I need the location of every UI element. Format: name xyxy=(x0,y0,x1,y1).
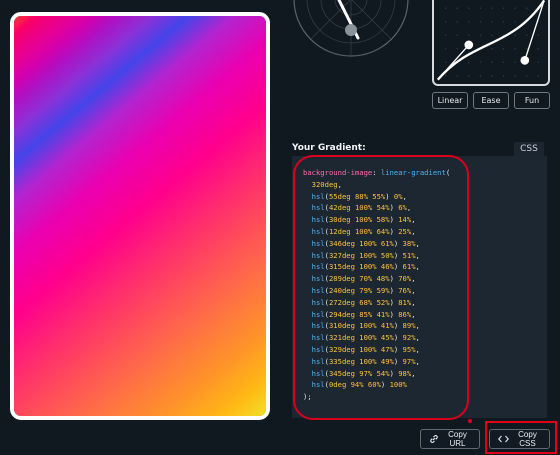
annotation-dot xyxy=(468,419,472,423)
gradient-preview xyxy=(10,12,270,420)
copy-css-highlight-annotation xyxy=(485,421,557,454)
easing-ease-button[interactable]: Ease xyxy=(473,92,509,109)
gradient-preview-fill xyxy=(14,16,266,416)
tab-css[interactable]: CSS xyxy=(514,142,544,156)
angle-dial[interactable] xyxy=(292,0,410,58)
easing-fun-button[interactable]: Fun xyxy=(514,92,550,109)
easing-presets: Linear Ease Fun xyxy=(432,92,550,109)
easing-curve-editor[interactable] xyxy=(432,0,550,86)
easing-handle-1[interactable] xyxy=(464,40,474,50)
copy-url-label: Copy URL xyxy=(448,430,467,448)
link-icon xyxy=(429,434,439,444)
angle-handle[interactable] xyxy=(345,24,357,36)
easing-handle-2[interactable] xyxy=(520,56,530,65)
code-highlight-annotation xyxy=(293,155,469,420)
easing-curve xyxy=(436,0,546,81)
copy-url-button[interactable]: Copy URL xyxy=(420,429,480,449)
easing-linear-button[interactable]: Linear xyxy=(432,92,468,109)
gradient-section-title: Your Gradient: xyxy=(292,143,366,153)
